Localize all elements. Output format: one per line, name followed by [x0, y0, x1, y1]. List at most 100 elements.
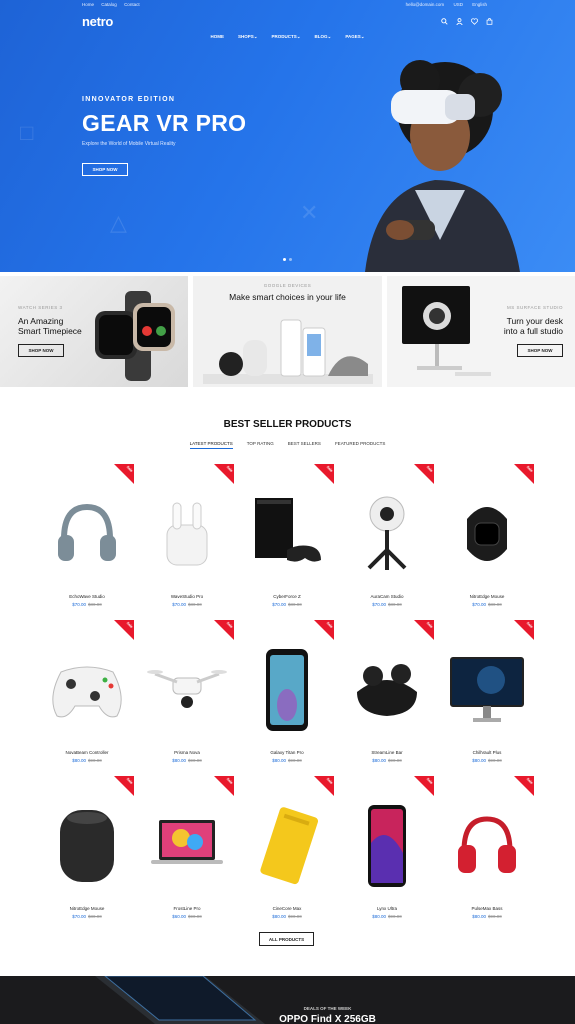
product-price: $80.00 $90.00 — [337, 758, 437, 763]
product-name[interactable]: CyberForce Z — [237, 594, 337, 599]
email-link[interactable]: hello@domain.com — [406, 2, 445, 7]
menu-item-products[interactable]: PRODUCTS⌄ — [272, 34, 301, 40]
hero-description: Explore the World of Mobile Virtual Real… — [82, 141, 176, 147]
headphones-image[interactable] — [47, 484, 127, 584]
main-header: netro — [82, 14, 493, 29]
smartphone-image[interactable] — [247, 640, 327, 740]
tab-best-sellers[interactable]: BEST SELLERS — [288, 441, 321, 449]
product-name[interactable]: NitroEdge Mouse — [437, 594, 537, 599]
product-card[interactable]: Sale CyberForce Z $70.00 $80.00 — [237, 464, 337, 614]
product-card[interactable]: Sale NitroEdge Mouse $70.00 $80.00 — [37, 776, 137, 926]
menu-label: PAGES — [345, 34, 361, 39]
price-current: $70.00 — [272, 602, 286, 607]
fitness-band-image[interactable] — [447, 484, 527, 584]
product-name[interactable]: NitroEdge Mouse — [37, 906, 137, 911]
price-old: $80.00 — [388, 602, 402, 607]
product-card[interactable]: Sale StreamLine Bar $80.00 $90.00 — [337, 620, 437, 770]
banner-subtitle: WATCH SERIES 3 — [18, 305, 63, 310]
search-icon[interactable] — [440, 17, 448, 25]
price-old: $80.00 — [88, 914, 102, 919]
product-name[interactable]: Galaxy Titan Pro — [237, 750, 337, 755]
camera-360-image[interactable] — [347, 484, 427, 584]
deal-subtitle: DEALS OF THE WEEK — [303, 1006, 352, 1011]
vr-person-image — [365, 60, 520, 272]
banner-shop-now-button[interactable]: SHOP NOW — [18, 344, 64, 357]
monitor-image[interactable] — [447, 640, 527, 740]
wireless-earbuds-image[interactable] — [347, 640, 427, 740]
red-headphones-image[interactable] — [447, 796, 527, 896]
product-price: $70.00 $80.00 — [437, 602, 537, 607]
product-name[interactable]: ChillVault Plus — [437, 750, 537, 755]
menu-item-shops[interactable]: SHOPS⌄ — [238, 34, 258, 40]
banner-title-line: An Amazing — [18, 316, 64, 326]
product-card[interactable]: Sale WaveStudio Pro $70.00 $80.00 — [137, 464, 237, 614]
product-name[interactable]: WaveStudio Pro — [137, 594, 237, 599]
smart-speaker-image[interactable] — [47, 796, 127, 896]
product-name[interactable]: FrostLine Pro — [137, 906, 237, 911]
product-name[interactable]: Lynx Ultra — [337, 906, 437, 911]
user-icon[interactable] — [455, 17, 463, 25]
price-old: $90.00 — [488, 914, 502, 919]
menu-item-home[interactable]: HOME — [210, 34, 224, 40]
product-card[interactable]: Sale FrostLine Pro $60.00 $90.00 — [137, 776, 237, 926]
banner-surface-studio[interactable]: MS SURFACE STUDIO Turn your desk into a f… — [387, 276, 575, 387]
heart-icon[interactable] — [470, 17, 478, 25]
product-price: $80.00 $90.00 — [37, 758, 137, 763]
product-price: $60.00 $90.00 — [137, 914, 237, 919]
product-card[interactable]: Sale NovaBeam Controller $80.00 $90.00 — [37, 620, 137, 770]
earbuds-case-image[interactable] — [147, 484, 227, 584]
laptop-image[interactable] — [147, 796, 227, 896]
product-card[interactable]: Sale ChillVault Plus $80.00 $90.00 — [437, 620, 537, 770]
top-link-catalog[interactable]: Catalog — [101, 2, 117, 7]
product-card[interactable]: Sale Lynx Ultra $80.00 $90.00 — [337, 776, 437, 926]
banner-title-line: Smart Timepiece — [18, 326, 82, 336]
gamepad-image[interactable] — [47, 640, 127, 740]
hero-shop-now-button[interactable]: SHOP NOW — [82, 163, 128, 176]
product-name[interactable]: EchoWave Studio — [37, 594, 137, 599]
price-current: $70.00 — [72, 914, 86, 919]
product-card[interactable]: Sale PulseMax Bass $80.00 $90.00 — [437, 776, 537, 926]
product-card[interactable]: Sale AuraCam Studio $70.00 $80.00 — [337, 464, 437, 614]
top-link-contact[interactable]: Contact — [124, 2, 140, 7]
all-products-button[interactable]: ALL PRODUCTS — [259, 932, 314, 946]
logo[interactable]: netro — [82, 14, 113, 29]
product-card[interactable]: Sale Galaxy Titan Pro $80.00 $90.00 — [237, 620, 337, 770]
hard-drive-image[interactable] — [247, 796, 327, 896]
tab-latest-products[interactable]: LATEST PRODUCTS — [189, 441, 233, 449]
banner-watch[interactable]: WATCH SERIES 3 An Amazing Smart Timepiece… — [0, 276, 188, 387]
product-name[interactable]: CineCore Max — [237, 906, 337, 911]
product-name[interactable]: AuraCam Studio — [337, 594, 437, 599]
slider-dot[interactable] — [289, 258, 292, 261]
price-current: $70.00 — [472, 602, 486, 607]
product-card[interactable]: Sale CineCore Max $80.00 $90.00 — [237, 776, 337, 926]
price-current: $80.00 — [272, 914, 286, 919]
product-name[interactable]: Prisma Nova — [137, 750, 237, 755]
tab-top-rating[interactable]: TOP RATING — [247, 441, 274, 449]
product-name[interactable]: StreamLine Bar — [337, 750, 437, 755]
product-price: $80.00 $90.00 — [437, 758, 537, 763]
cart-icon[interactable] — [485, 17, 493, 25]
slider-dot[interactable] — [283, 258, 286, 261]
price-current: $70.00 — [72, 602, 86, 607]
currency-select[interactable]: USD — [453, 2, 463, 7]
price-old: $90.00 — [388, 914, 402, 919]
menu-label: BLOG — [314, 34, 328, 39]
drone-image[interactable] — [147, 640, 227, 740]
price-current: $80.00 — [472, 914, 486, 919]
language-select[interactable]: English — [472, 2, 487, 7]
product-card[interactable]: Sale NitroEdge Mouse $70.00 $80.00 — [437, 464, 537, 614]
watch-image — [95, 291, 175, 381]
price-old: $80.00 — [188, 602, 202, 607]
square-shape-icon: □ — [20, 120, 34, 145]
product-card[interactable]: Sale Prisma Nova $80.00 $90.00 — [137, 620, 237, 770]
product-name[interactable]: NovaBeam Controller — [37, 750, 137, 755]
console-image[interactable] — [247, 484, 327, 584]
banner-shop-now-button[interactable]: SHOP NOW — [517, 344, 563, 357]
product-card[interactable]: Sale EchoWave Studio $70.00 $80.00 — [37, 464, 137, 614]
banner-google-devices[interactable]: GOOGLE DEVICES Make smart choices in you… — [193, 276, 382, 387]
smartphone-red-image[interactable] — [347, 796, 427, 896]
product-price: $80.00 $90.00 — [437, 914, 537, 919]
tab-featured-products[interactable]: FEATURED PRODUCTS — [335, 441, 385, 449]
top-link-home[interactable]: Home — [82, 2, 94, 7]
product-name[interactable]: PulseMax Bass — [437, 906, 537, 911]
